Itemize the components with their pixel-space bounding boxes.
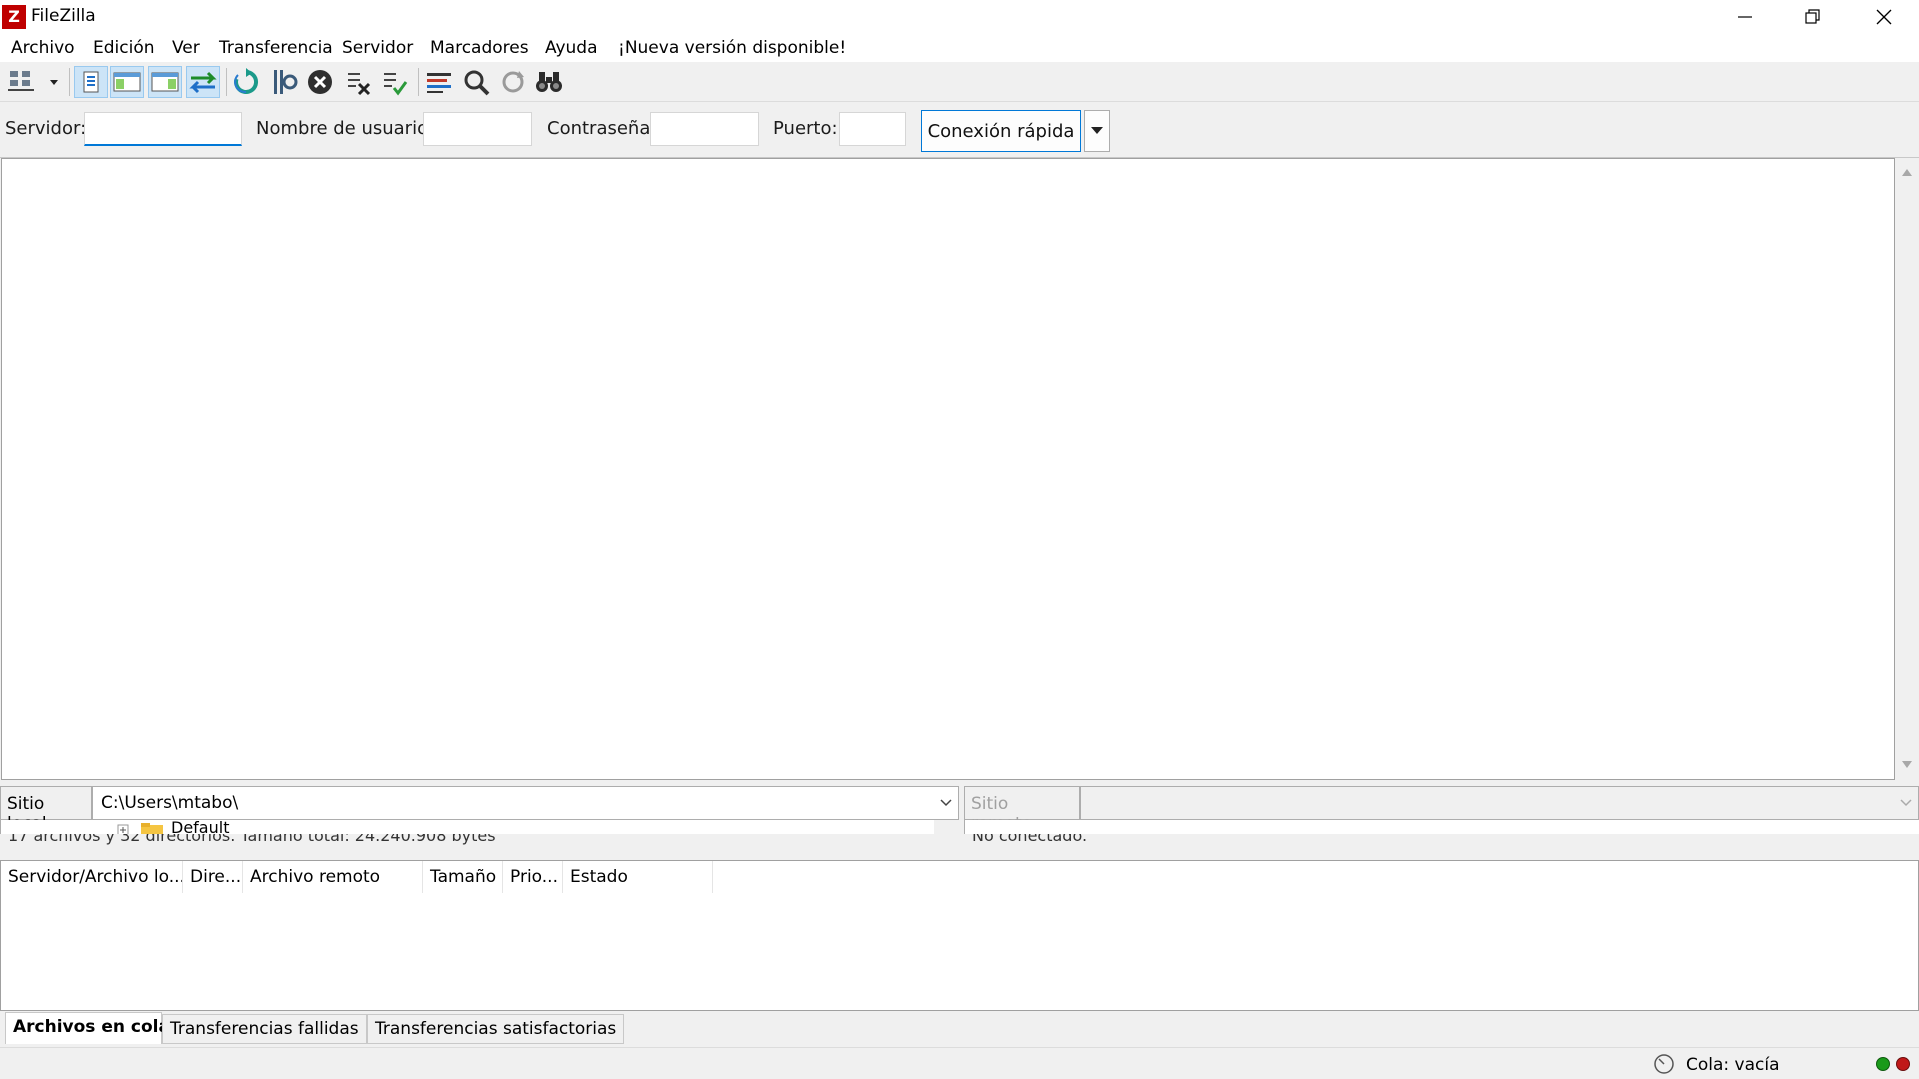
local-path-value: C:\Users\mtabo\ (101, 793, 239, 813)
username-input[interactable] (423, 112, 532, 146)
menu-marcadores[interactable]: Marcadores (430, 38, 529, 58)
folder-icon (141, 823, 163, 834)
close-icon (1876, 9, 1892, 25)
cancel-button[interactable] (303, 66, 337, 98)
quickconnect-button[interactable]: Conexión rápida (921, 110, 1081, 152)
remote-site-bar: Sitio remoto: (964, 786, 1919, 834)
process-queue-icon (274, 70, 298, 94)
tree-expander-icon (117, 824, 129, 834)
toggle-log-icon (83, 71, 99, 93)
refresh-icon (234, 68, 259, 94)
message-log-scrollbar[interactable] (1895, 158, 1919, 780)
toggle-log-button[interactable] (74, 66, 108, 98)
minimize-button[interactable] (1710, 0, 1780, 34)
toolbar-separator (418, 68, 419, 96)
password-label: Contraseña: (547, 118, 657, 139)
password-input[interactable] (650, 112, 759, 146)
menu-transferencia[interactable]: Transferencia (219, 38, 333, 58)
queue-column-direction[interactable]: Dire... (183, 861, 243, 893)
restore-button[interactable] (1778, 0, 1848, 34)
queue-column-remote-file[interactable]: Archivo remoto (243, 861, 423, 893)
message-log[interactable] (1, 158, 1895, 780)
filezilla-logo-icon: Z (2, 5, 26, 29)
menu-ver[interactable]: Ver (172, 38, 200, 58)
local-status-text: 17 archivos y 32 directorios. Tamaño tot… (8, 834, 496, 845)
quickconnect-bar: Servidor: Nombre de usuario: Contraseña:… (0, 102, 1919, 158)
chevron-down-icon (1900, 799, 1912, 807)
menu-ayuda[interactable]: Ayuda (545, 38, 598, 58)
reconnect-button[interactable] (377, 66, 411, 98)
queue-gauge-icon (1654, 1054, 1674, 1074)
toggle-queue-icon (189, 71, 217, 94)
queue-column-priority[interactable]: Prio... (503, 861, 563, 893)
site-manager-icon (8, 71, 58, 91)
local-path-combo[interactable]: C:\Users\mtabo\ (92, 786, 959, 820)
site-manager-button[interactable] (4, 66, 62, 98)
status-bar: Cola: vacía (0, 1047, 1919, 1079)
transfer-queue[interactable]: Servidor/Archivo lo... Dire... Archivo r… (0, 860, 1919, 1011)
remote-path-combo[interactable] (1080, 786, 1919, 820)
toggle-local-tree-icon (113, 72, 141, 92)
tab-queued-files[interactable]: Archivos en cola (5, 1012, 170, 1044)
title-bar: Z FileZilla (0, 0, 1919, 34)
tree-item-default[interactable]: Default (171, 820, 229, 834)
username-label: Nombre de usuario: (256, 118, 435, 139)
port-input[interactable] (839, 112, 906, 146)
directory-filter-button[interactable] (422, 66, 456, 98)
cancel-icon (308, 70, 332, 94)
local-site-bar: Sitio local: C:\Users\mtabo\ (0, 786, 960, 834)
quickconnect-history-dropdown[interactable] (1084, 110, 1110, 152)
local-directory-tree[interactable]: Default (0, 820, 960, 834)
port-label: Puerto: (773, 118, 838, 139)
queue-column-local-file[interactable]: Servidor/Archivo lo... (1, 861, 183, 893)
toggle-remote-tree-icon (151, 72, 179, 92)
server-input[interactable] (84, 112, 242, 146)
process-queue-button[interactable] (267, 66, 301, 98)
disconnect-icon (348, 73, 371, 96)
search-icon (536, 72, 562, 92)
local-tree-scrollbar[interactable] (934, 820, 960, 834)
toolbar-separator (69, 68, 70, 96)
queue-column-size[interactable]: Tamaño (423, 861, 503, 893)
remote-status-line: No conectado. (964, 834, 1919, 848)
transfer-leds-icon (1876, 1057, 1910, 1071)
window-title: FileZilla (31, 6, 96, 26)
tab-successful-transfers[interactable]: Transferencias satisfactorias (367, 1014, 624, 1044)
scrollbar-arrows-icon (1902, 169, 1912, 768)
compare-icon (464, 70, 490, 96)
chevron-down-icon (940, 799, 952, 807)
menu-servidor[interactable]: Servidor (342, 38, 413, 58)
compare-button[interactable] (459, 66, 493, 98)
server-label: Servidor: (5, 118, 87, 139)
menu-archivo[interactable]: Archivo (11, 38, 75, 58)
chevron-down-icon (1091, 127, 1103, 134)
queue-status-text: Cola: vacía (1686, 1055, 1780, 1075)
toolbar (0, 62, 1919, 102)
toggle-remote-tree-button[interactable] (148, 66, 182, 98)
local-site-label: Sitio local: (0, 786, 92, 834)
toolbar-separator (226, 68, 227, 96)
search-button[interactable] (532, 66, 566, 98)
queue-column-status[interactable]: Estado (563, 861, 713, 893)
remote-status-text: No conectado. (972, 834, 1088, 845)
menu-edicion[interactable]: Edición (93, 38, 155, 58)
reconnect-icon (384, 73, 408, 96)
queue-tabs: Archivos en cola Transferencias fallidas… (0, 1011, 1919, 1047)
close-button[interactable] (1849, 0, 1919, 34)
sync-browse-icon (502, 71, 524, 93)
sync-browse-button[interactable] (496, 66, 530, 98)
local-status-line: 17 archivos y 32 directorios. Tamaño tot… (0, 834, 960, 848)
restore-icon (1805, 9, 1820, 24)
remote-site-label: Sitio remoto: (964, 786, 1080, 834)
tab-failed-transfers[interactable]: Transferencias fallidas (162, 1014, 367, 1044)
refresh-button[interactable] (229, 66, 263, 98)
minimize-icon (1738, 16, 1752, 18)
directory-filter-icon (427, 73, 451, 93)
toggle-queue-button[interactable] (186, 66, 220, 98)
menu-bar: Archivo Edición Ver Transferencia Servid… (0, 34, 1919, 62)
disconnect-button[interactable] (341, 66, 375, 98)
remote-directory-tree[interactable] (964, 820, 1919, 834)
menu-new-version[interactable]: ¡Nueva versión disponible! (618, 38, 846, 58)
toggle-local-tree-button[interactable] (110, 66, 144, 98)
